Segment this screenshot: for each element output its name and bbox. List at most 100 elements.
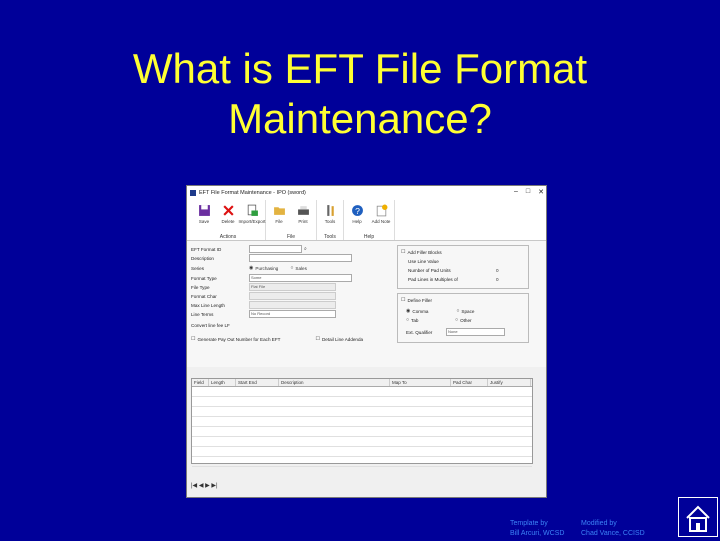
eft-format-id-field[interactable]: [249, 245, 302, 253]
minimize-button[interactable]: –: [514, 188, 518, 196]
space-label: Space: [461, 308, 475, 314]
other-label: Other: [460, 317, 472, 323]
format-char-row: Format Char: [191, 292, 336, 300]
tools-button[interactable]: Tools: [320, 204, 340, 224]
comma-radio[interactable]: ◉: [406, 308, 410, 314]
window-title: EFT File Format Maintenance - IPO (sword…: [199, 190, 306, 196]
col-start-end[interactable]: Start End: [236, 379, 279, 386]
group-label-actions: Actions: [219, 234, 237, 240]
table-row[interactable]: [192, 417, 532, 427]
app-icon: [190, 190, 196, 196]
table-row[interactable]: [192, 457, 532, 467]
max-line-length-field[interactable]: [249, 301, 336, 309]
generate-checkbox[interactable]: ☐: [191, 336, 195, 342]
other-radio[interactable]: ○: [455, 317, 458, 323]
convert-row: Convert line fee LF: [191, 321, 230, 329]
space-radio[interactable]: ○: [456, 308, 459, 314]
table-row[interactable]: [192, 387, 532, 397]
eft-format-id-row: EFT Format ID ⌕: [191, 245, 307, 253]
line-terms-row: Line Terms No Record: [191, 310, 336, 318]
table-row[interactable]: [192, 397, 532, 407]
table-row[interactable]: [192, 427, 532, 437]
pad-lines-value: 0: [496, 276, 499, 282]
ribbon-group-actions: Save Delete Import/Export Actions: [191, 200, 266, 240]
group-label-file: File: [286, 234, 296, 240]
number-pad-row: Number of Pad Units 0: [408, 266, 499, 274]
ext-qualifier-select[interactable]: None: [446, 328, 505, 336]
format-char-label: Format Char: [191, 293, 217, 299]
use-line-row: Use Line Value: [408, 257, 466, 265]
delete-icon: [222, 205, 234, 216]
format-char-field[interactable]: [249, 292, 336, 300]
col-justify[interactable]: Justify: [488, 379, 531, 386]
table-row[interactable]: [192, 437, 532, 447]
maximize-button[interactable]: □: [526, 188, 530, 196]
grid-header: Field Length Start End Description Map T…: [192, 379, 532, 387]
col-length[interactable]: Length: [209, 379, 236, 386]
number-pad-label: Number of Pad Units: [408, 267, 451, 273]
eft-format-id-label: EFT Format ID: [191, 246, 222, 252]
fields-grid: Field Length Start End Description Map T…: [191, 378, 533, 467]
home-button[interactable]: [678, 497, 718, 537]
detail-checkbox[interactable]: ☐: [315, 336, 319, 342]
print-button[interactable]: Print: [293, 204, 313, 224]
file-type-label: File Type: [191, 284, 210, 290]
home-icon: [686, 505, 710, 532]
ribbon-group-tools: Tools Tools: [317, 200, 344, 240]
slide-title-line2: Maintenance?: [228, 95, 492, 142]
define-filler-label: Define Filler: [407, 297, 432, 303]
series-purchasing-radio[interactable]: ◉: [249, 265, 253, 271]
ribbon-group-file: File Print File: [266, 200, 317, 240]
col-map-to[interactable]: Map To: [390, 379, 451, 386]
max-line-length-row: Max Line Length: [191, 301, 336, 309]
convert-label: Convert line fee LF: [191, 322, 230, 328]
file-type-select[interactable]: Flat File: [249, 283, 336, 291]
series-sales-radio[interactable]: ○: [290, 265, 293, 271]
ribbon: Save Delete Import/Export Actions File P…: [187, 200, 546, 241]
file-button[interactable]: File: [269, 204, 289, 224]
record-nav[interactable]: |◀ ◀ ▶ ▶|: [191, 482, 218, 489]
line-terms-select[interactable]: No Record: [249, 310, 336, 318]
delete-button[interactable]: Delete: [218, 204, 238, 224]
table-row[interactable]: [192, 447, 532, 457]
ext-qualifier-label: Ext. Qualifier: [406, 329, 433, 335]
tools-icon: [326, 205, 334, 216]
number-pad-value: 0: [496, 267, 499, 273]
save-label: Save: [198, 219, 210, 224]
define-filler-checkbox[interactable]: ☐: [401, 297, 405, 303]
comma-label: Comma: [412, 308, 429, 314]
define-filler-group: ☐ Define Filler ◉ Comma ○ Space ○ Tab ○ …: [397, 293, 529, 343]
col-pad-char[interactable]: Pad Char: [451, 379, 488, 386]
import-export-label: Import/Export: [238, 219, 266, 224]
print-label: Print: [298, 219, 308, 224]
save-button[interactable]: Save: [194, 204, 214, 224]
lookup-icon[interactable]: ⌕: [304, 246, 307, 252]
tab-label: Tab: [411, 317, 419, 323]
import-export-button[interactable]: Import/Export: [239, 204, 266, 224]
help-button[interactable]: ? Help: [347, 204, 367, 224]
close-button[interactable]: ✕: [538, 188, 544, 196]
credit-modified-label: Modified by: [581, 520, 617, 527]
col-field[interactable]: Field: [192, 379, 209, 386]
col-description[interactable]: Description: [279, 379, 390, 386]
table-row[interactable]: [192, 407, 532, 417]
add-filler-label: Add Filler Blocks: [407, 249, 442, 255]
description-field[interactable]: [249, 254, 352, 262]
add-note-label: Add Note: [371, 219, 391, 224]
credit-modified: Modified by Chad Vance, CCISD: [581, 519, 645, 539]
max-line-length-label: Max Line Length: [191, 302, 225, 308]
note-icon: [376, 204, 387, 217]
add-filler-checkbox[interactable]: ☐: [401, 249, 405, 255]
add-note-button[interactable]: Add Note: [371, 204, 391, 224]
pad-lines-label: Pad Lines in Multiples of: [408, 276, 458, 282]
series-sales-label: Sales: [295, 265, 307, 271]
add-filler-row: ☐ Add Filler Blocks: [401, 248, 465, 256]
tools-label: Tools: [324, 219, 336, 224]
slide-title: What is EFT File Format Maintenance?: [60, 44, 660, 144]
format-type-select[interactable]: Some: [249, 274, 352, 282]
group-label-tools: Tools: [324, 234, 336, 240]
save-icon: [198, 205, 210, 216]
line-terms-label: Line Terms: [191, 311, 214, 317]
add-filler-group: ☐ Add Filler Blocks Use Line Value Numbe…: [397, 245, 529, 289]
tab-radio[interactable]: ○: [406, 317, 409, 323]
